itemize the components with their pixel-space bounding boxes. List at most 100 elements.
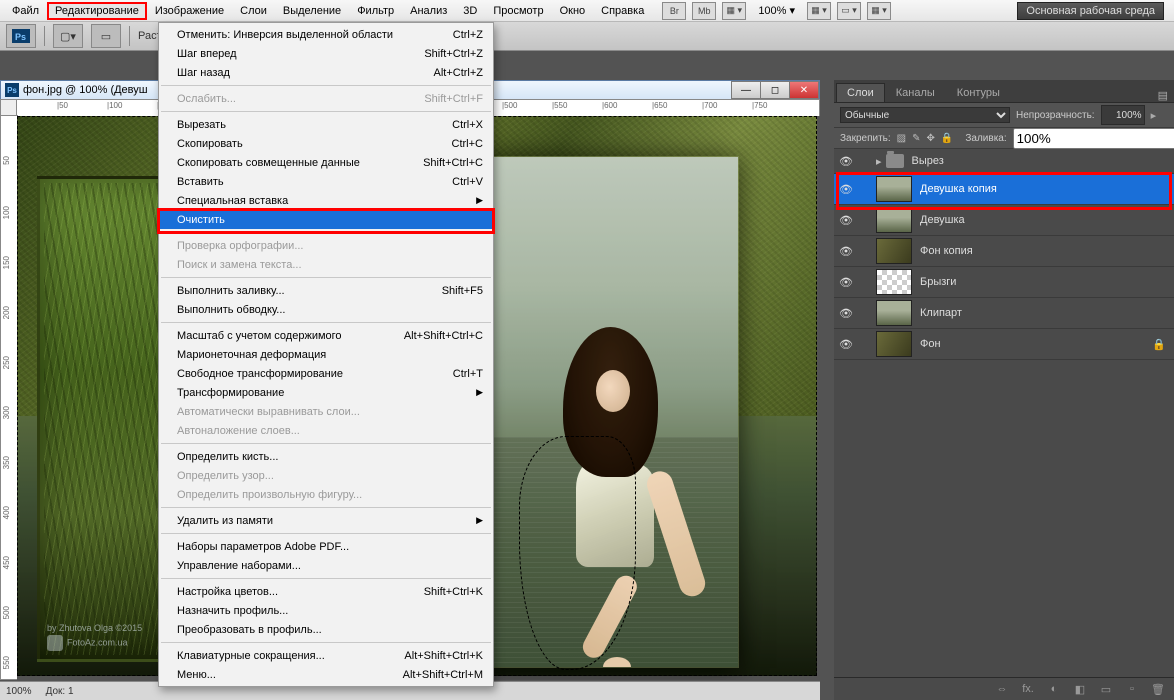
panel-menu-icon[interactable]: ▤ — [1158, 89, 1168, 102]
screen-mode-3[interactable]: ▦ ▾ — [867, 2, 891, 20]
menu-edit[interactable]: Редактирование — [47, 2, 147, 20]
menu-item[interactable]: Очистить — [159, 210, 493, 229]
menu-select[interactable]: Выделение — [275, 2, 349, 20]
layer-row[interactable]: 👁 Фон копия — [834, 236, 1174, 267]
fill-input[interactable] — [1013, 128, 1174, 149]
menu-item-label: Вырезать — [177, 119, 452, 131]
menu-file[interactable]: Файл — [4, 2, 47, 20]
layer-name[interactable]: Вырез — [912, 155, 1166, 167]
new-group-icon[interactable]: ▭ — [1098, 683, 1114, 696]
menu-item[interactable]: ВырезатьCtrl+X — [159, 115, 493, 134]
menu-window[interactable]: Окно — [552, 2, 594, 20]
chevron-icon[interactable]: ▸ — [876, 155, 882, 168]
layer-mask-icon[interactable]: ◐ — [1046, 683, 1062, 695]
visibility-icon[interactable]: 👁 — [834, 338, 858, 351]
close-button[interactable]: ✕ — [789, 81, 819, 99]
layer-thumbnail[interactable] — [876, 176, 912, 202]
layer-fx-icon[interactable]: fx. — [1020, 683, 1036, 695]
menu-item[interactable]: Настройка цветов...Shift+Ctrl+K — [159, 582, 493, 601]
menu-item[interactable]: Преобразовать в профиль... — [159, 620, 493, 639]
menu-layers[interactable]: Слои — [232, 2, 275, 20]
menu-item[interactable]: Меню...Alt+Shift+Ctrl+M — [159, 665, 493, 684]
layer-name[interactable]: Фон — [920, 338, 1152, 350]
menu-analysis[interactable]: Анализ — [402, 2, 455, 20]
menu-view[interactable]: Просмотр — [485, 2, 551, 20]
visibility-icon[interactable]: 👁 — [834, 183, 858, 196]
layer-thumbnail[interactable] — [876, 269, 912, 295]
minibrige-button[interactable]: Mb — [692, 2, 716, 20]
minimize-button[interactable]: — — [731, 81, 761, 99]
layer-thumbnail[interactable] — [876, 331, 912, 357]
menu-item[interactable]: Шаг назадAlt+Ctrl+Z — [159, 63, 493, 82]
layer-thumbnail[interactable] — [876, 238, 912, 264]
menu-item[interactable]: СкопироватьCtrl+C — [159, 134, 493, 153]
menu-item: Автоматически выравнивать слои... — [159, 402, 493, 421]
menu-filter[interactable]: Фильтр — [349, 2, 402, 20]
menu-item[interactable]: Трансформирование▶ — [159, 383, 493, 402]
selection-mode-icon[interactable]: ▭ — [91, 24, 121, 48]
visibility-icon[interactable]: 👁 — [834, 276, 858, 289]
layer-row[interactable]: 👁 Девушка — [834, 205, 1174, 236]
layer-row[interactable]: 👁 Девушка копия — [834, 174, 1174, 205]
lock-brush-icon[interactable]: ✎ — [912, 131, 920, 145]
tab-paths[interactable]: Контуры — [946, 83, 1011, 102]
menu-item[interactable]: Назначить профиль... — [159, 601, 493, 620]
visibility-icon[interactable]: 👁 — [834, 155, 858, 168]
menu-item[interactable]: Наборы параметров Adobe PDF... — [159, 537, 493, 556]
menu-item[interactable]: Марионеточная деформация — [159, 345, 493, 364]
arrange-button[interactable]: ▦ ▾ — [722, 2, 746, 20]
menubar: Файл Редактирование Изображение Слои Выд… — [0, 0, 1174, 22]
layer-row[interactable]: 👁Фон🔒 — [834, 329, 1174, 360]
visibility-icon[interactable]: 👁 — [834, 214, 858, 227]
menu-item[interactable]: Свободное трансформированиеCtrl+T — [159, 364, 493, 383]
layer-name[interactable]: Фон копия — [920, 245, 1166, 257]
screen-mode-1[interactable]: ▦ ▾ — [807, 2, 831, 20]
menu-item[interactable]: Выполнить заливку...Shift+F5 — [159, 281, 493, 300]
menu-item[interactable]: Скопировать совмещенные данныеShift+Ctrl… — [159, 153, 493, 172]
tab-channels[interactable]: Каналы — [885, 83, 946, 102]
layer-name[interactable]: Брызги — [920, 276, 1166, 288]
screen-mode-2[interactable]: ▭ ▾ — [837, 2, 861, 20]
maximize-button[interactable]: ◻ — [760, 81, 790, 99]
menu-item-label: Определить кисть... — [177, 451, 483, 463]
menu-item[interactable]: Управление наборами... — [159, 556, 493, 575]
menu-help[interactable]: Справка — [593, 2, 652, 20]
menu-image[interactable]: Изображение — [147, 2, 232, 20]
layer-thumbnail[interactable] — [876, 207, 912, 233]
tool-preset-icon[interactable]: ▢▾ — [53, 24, 83, 48]
menu-item[interactable]: ВставитьCtrl+V — [159, 172, 493, 191]
lock-transparency-icon[interactable]: ▨ — [897, 131, 906, 145]
layer-name[interactable]: Клипарт — [920, 307, 1166, 319]
menu-item[interactable]: Определить кисть... — [159, 447, 493, 466]
menu-item[interactable]: Специальная вставка▶ — [159, 191, 493, 210]
status-zoom[interactable]: 100% — [6, 686, 32, 697]
menu-item[interactable]: Масштаб с учетом содержимогоAlt+Shift+Ct… — [159, 326, 493, 345]
menu-item[interactable]: Удалить из памяти▶ — [159, 511, 493, 530]
menu-item[interactable]: Выполнить обводку... — [159, 300, 493, 319]
layer-group[interactable]: 👁 ▸ Вырез — [834, 149, 1174, 174]
menu-item[interactable]: Клавиатурные сокращения...Alt+Shift+Ctrl… — [159, 646, 493, 665]
layer-row[interactable]: 👁 Брызги — [834, 267, 1174, 298]
bridge-button[interactable]: Br — [662, 2, 686, 20]
zoom-level[interactable]: 100% ▾ — [752, 4, 801, 17]
menu-separator — [161, 507, 491, 508]
lock-all-icon[interactable]: 🔒 — [941, 131, 953, 145]
opacity-input[interactable] — [1101, 105, 1145, 125]
tab-layers[interactable]: Слои — [836, 83, 885, 102]
layer-thumbnail[interactable] — [876, 300, 912, 326]
workspace-switcher[interactable]: Основная рабочая среда — [1017, 2, 1164, 20]
visibility-icon[interactable]: 👁 — [834, 245, 858, 258]
visibility-icon[interactable]: 👁 — [834, 307, 858, 320]
layer-name[interactable]: Девушка — [920, 214, 1166, 226]
layer-row[interactable]: 👁 Клипарт — [834, 298, 1174, 329]
adjustment-layer-icon[interactable]: ◧ — [1072, 683, 1088, 696]
new-layer-icon[interactable]: ▫ — [1124, 683, 1140, 695]
menu-item[interactable]: Шаг впередShift+Ctrl+Z — [159, 44, 493, 63]
link-layers-icon[interactable]: ⇔ — [994, 683, 1010, 695]
blend-mode-select[interactable]: Обычные — [840, 107, 1010, 123]
lock-move-icon[interactable]: ✥ — [927, 131, 935, 145]
delete-layer-icon[interactable]: 🗑 — [1150, 683, 1166, 696]
menu-3d[interactable]: 3D — [455, 2, 485, 20]
menu-item[interactable]: Отменить: Инверсия выделенной областиCtr… — [159, 25, 493, 44]
layer-name[interactable]: Девушка копия — [920, 183, 1166, 195]
